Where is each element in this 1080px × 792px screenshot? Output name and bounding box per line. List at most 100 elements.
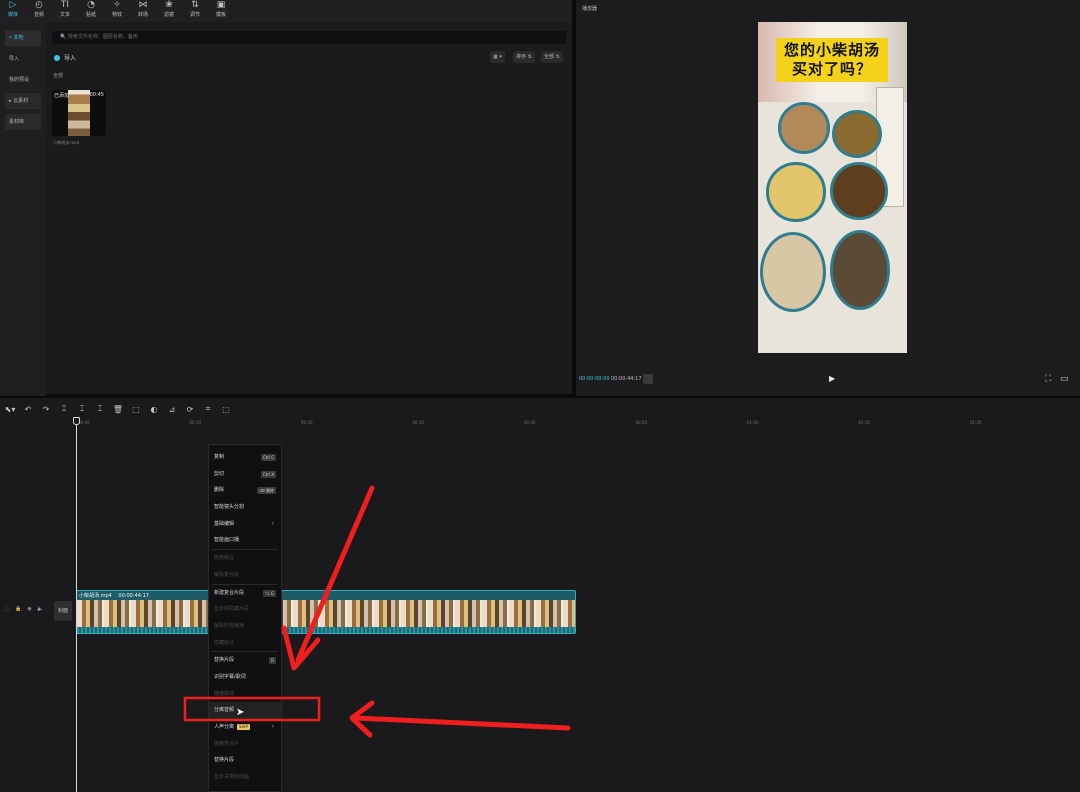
video-clip[interactable]: 小柴胡汤.mp4 00:00:44:17 — [76, 590, 576, 634]
tab-transition[interactable]: ⋈ 转场 — [130, 0, 156, 22]
tab-label: 滤镜 — [163, 12, 174, 18]
playhead[interactable] — [76, 418, 77, 792]
playhead-handle[interactable] — [73, 417, 80, 425]
tab-sticker[interactable]: ◔ 贴纸 — [78, 0, 104, 22]
menu-item: 解除所有链接 — [209, 618, 281, 635]
nav-item-4[interactable]: 素材库 — [5, 114, 41, 130]
tab-filter[interactable]: ❀ 滤镜 — [156, 0, 182, 22]
fullscreen-icon[interactable]: ⛶ — [1045, 374, 1051, 384]
all-media-label: 全部 — [53, 73, 64, 79]
tab-template[interactable]: ▣ 模板 — [208, 0, 234, 22]
tab-label: 文本 — [59, 12, 70, 18]
media-panel: ▷ 媒体 ◴ 音频 TI 文本 ◔ 贴纸 ✧ 特效 ⋈ 转场 ❀ 滤镜 ⇅ 调节 ▣ 模板 • 本地导入我的预设 ▸… — [0, 0, 572, 396]
sort-button[interactable]: 排序 ⇅ — [513, 51, 535, 63]
timeline-tool-11-icon[interactable]: ⌗ — [202, 404, 214, 414]
tab-adjust[interactable]: ⇅ 调节 — [182, 0, 208, 22]
tab-audio[interactable]: ◴ 音频 — [26, 0, 52, 22]
media-thumbnail[interactable]: 已添加 00:45 — [52, 90, 106, 136]
menu-item: 显示和隐藏片段 — [209, 601, 281, 618]
menu-item[interactable]: 替换片段 R — [209, 652, 281, 669]
menu-item[interactable]: 删除 ⌫ 删除 — [209, 482, 281, 499]
track-control-1-icon[interactable]: 🔒 — [15, 606, 22, 613]
tab-text[interactable]: TI 文本 — [52, 0, 78, 22]
import-button[interactable]: 导入 — [54, 52, 76, 63]
timeline-tool-3-icon[interactable]: ⌶ — [58, 404, 70, 414]
text-icon: TI — [60, 0, 70, 10]
menu-item[interactable]: 基础编辑 › — [209, 516, 281, 533]
player-control-bar: 00:00:00:00 00:00:44:17 ▶ ⛶ ▭ — [576, 372, 1080, 388]
timeline-tool-6-icon[interactable]: 🗑 — [112, 405, 124, 414]
track-control-3-icon[interactable]: 🔈 — [37, 606, 44, 613]
timeline-tool-4-icon[interactable]: ⌶ — [76, 404, 88, 414]
media-search-input[interactable]: 🔍 搜索文件名称、图层名称、备用 — [52, 31, 566, 44]
mouse-cursor-icon: ➤ — [236, 707, 245, 718]
menu-shortcut: ⌥ G — [263, 589, 276, 597]
timeline-tool-7-icon[interactable]: ⬚ — [130, 405, 142, 414]
herb-bowl — [830, 162, 888, 220]
menu-item[interactable]: 剪切 Ctrl X — [209, 466, 281, 483]
timecode-toggle-icon[interactable] — [643, 374, 653, 384]
menu-item-label: 人声分离 — [214, 724, 235, 730]
herb-bowl — [830, 230, 890, 310]
aspect-ratio-icon[interactable]: ▭ — [1060, 374, 1069, 384]
menu-item: 链接媒体 — [209, 686, 281, 703]
clip-waveform — [77, 627, 575, 633]
tab-media[interactable]: ▷ 媒体 — [0, 0, 26, 22]
view-mode-button[interactable]: ▦ ▾ — [490, 51, 505, 63]
play-button[interactable]: ▶ — [829, 374, 835, 383]
menu-item[interactable]: 人声分离 SVIP › — [209, 719, 281, 736]
player-panel: 播放器 您的小柴胡汤 买对了吗？ 00:00:00:00 00:00:44:17… — [576, 0, 1080, 396]
timeline-tool-0-icon[interactable]: ⬉▾ — [4, 405, 16, 414]
ruler-tick-label: 00:10 — [189, 420, 202, 425]
effects-icon: ✧ — [113, 0, 121, 10]
nav-item-3[interactable]: ▸ 云素材 — [5, 93, 41, 109]
video-preview[interactable]: 您的小柴胡汤 买对了吗？ — [758, 22, 907, 353]
menu-item-label: 链接复合片 — [214, 740, 240, 747]
nav-item-0[interactable]: • 本地 — [5, 30, 41, 46]
vip-badge: SVIP — [237, 724, 250, 730]
menu-item-label: 分离音频 — [214, 707, 235, 714]
herb-bowl — [766, 162, 826, 222]
audio-icon: ◴ — [35, 0, 43, 10]
timeline-ruler[interactable]: 00:00 00:10 00:20 00:30 00:40 00:50 01:00 01:10… — [74, 420, 1080, 430]
herb-bowl — [760, 232, 826, 312]
import-icon — [54, 54, 60, 61]
menu-item[interactable]: 新建复合片段 ⌥ G — [209, 585, 281, 602]
tab-effects[interactable]: ✧ 特效 — [104, 0, 130, 22]
track-control-2-icon[interactable]: ◉ — [26, 606, 33, 613]
timeline-tool-5-icon[interactable]: ⌶ — [94, 404, 106, 414]
menu-item-label: 替换片段 — [214, 657, 235, 664]
timeline-tool-12-icon[interactable]: ⬚ — [220, 405, 232, 414]
timeline-toolbar: ⬉▾ ↶ ↷ ⌶ ⌶ ⌶ 🗑 ⬚ ◐ ⊿ ⟳ ⌗ ⬚ — [0, 398, 1080, 420]
clip-header: 小柴胡汤.mp4 00:00:44:17 — [79, 592, 149, 599]
track-control-0-icon[interactable]: ⬚ — [4, 606, 11, 613]
ruler-tick-label: 00:30 — [412, 420, 425, 425]
nav-item-2[interactable]: 我的预设 — [5, 72, 41, 88]
menu-item[interactable]: 智能画口播 — [209, 532, 281, 549]
menu-item: 链接复合片 — [209, 736, 281, 753]
top-toolbar: ▷ 媒体 ◴ 音频 TI 文本 ◔ 贴纸 ✧ 特效 ⋈ 转场 ❀ 滤镜 ⇅ 调节 ▣ 模板 — [0, 0, 572, 22]
ruler-tick-label: 00:20 — [301, 420, 313, 425]
timeline-tool-1-icon[interactable]: ↶ — [22, 405, 34, 414]
ruler-tick-label: 01:10 — [858, 420, 871, 425]
menu-item-label: 智能镜头分割 — [214, 504, 245, 511]
menu-item[interactable]: 复制 Ctrl C — [209, 449, 281, 466]
current-time: 00:00:00:00 — [579, 376, 610, 382]
nav-item-1[interactable]: 导入 — [5, 51, 41, 67]
menu-item[interactable]: 分离音频 — [209, 702, 281, 719]
timeline-tool-2-icon[interactable]: ↷ — [40, 405, 52, 414]
menu-item[interactable]: 识别字幕/歌词 — [209, 669, 281, 686]
filter-button[interactable]: 全部 ⇅ — [541, 51, 563, 63]
timeline-tool-8-icon[interactable]: ◐ — [148, 405, 160, 414]
cover-button[interactable]: 封面 — [54, 601, 72, 621]
menu-item[interactable]: 智能镜头分割 — [209, 499, 281, 516]
ruler-tick-label: 00:50 — [635, 420, 648, 425]
tab-label: 特效 — [111, 12, 122, 18]
adjust-icon: ⇅ — [191, 0, 199, 10]
timeline-tool-10-icon[interactable]: ⟳ — [184, 405, 196, 414]
menu-item-label: 显示和隐藏片段 — [214, 606, 250, 613]
timeline-tool-9-icon[interactable]: ⊿ — [166, 405, 178, 414]
template-icon: ▣ — [216, 0, 226, 10]
tab-label: 调节 — [189, 12, 200, 18]
menu-item[interactable]: 替换片段 — [209, 752, 281, 769]
